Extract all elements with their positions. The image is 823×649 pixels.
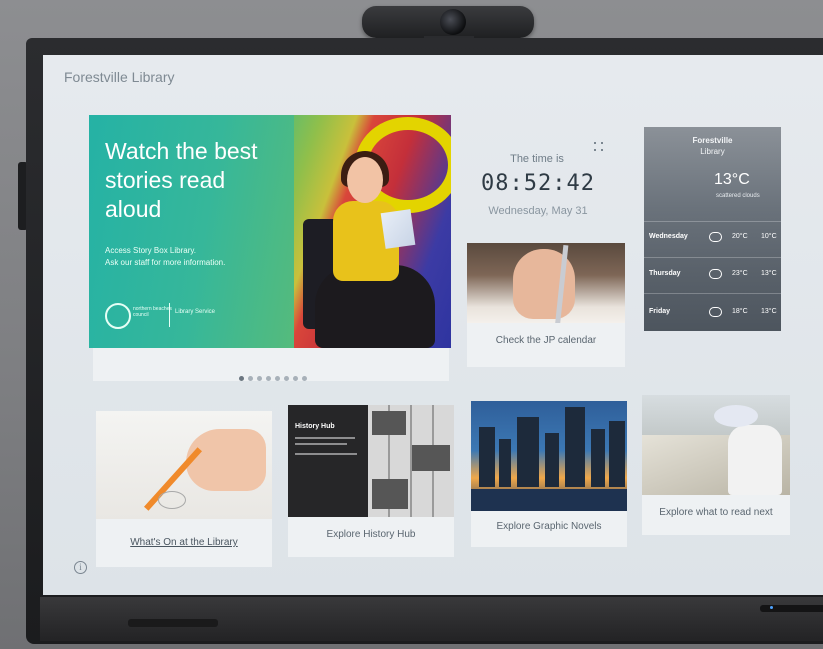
weather-location-line2: Library [700, 147, 725, 156]
building [609, 421, 625, 487]
weather-description: scattered clouds [716, 193, 760, 199]
carousel-dot[interactable] [293, 376, 298, 381]
carousel-dot[interactable] [248, 376, 253, 381]
info-icon[interactable]: i [74, 561, 87, 574]
cloud-icon [709, 269, 722, 279]
city-skyline-image [471, 401, 627, 511]
building [545, 433, 559, 487]
reader-figure [728, 425, 782, 495]
power-led [770, 606, 773, 609]
carousel-dot[interactable] [239, 376, 244, 381]
building [479, 427, 495, 487]
expand-icon[interactable] [594, 142, 603, 151]
library-title: Forestville Library [64, 69, 175, 85]
jp-calendar-label: Check the JP calendar [495, 335, 597, 346]
hero-subtext: Access Story Box Library. Ask our staff … [105, 245, 285, 269]
cloud-icon [709, 307, 722, 317]
council-logo-text: northern beaches council [133, 306, 172, 318]
forecast-row: Thursday 23°C 13°C [649, 269, 779, 282]
reader-image [642, 395, 790, 495]
clock-date: Wednesday, May 31 [488, 205, 588, 217]
text-line [295, 443, 347, 445]
whats-on-image [96, 411, 272, 519]
reader-hat [714, 405, 758, 427]
whats-on-link[interactable]: What's On at the Library [96, 537, 272, 548]
carousel-dot[interactable] [257, 376, 262, 381]
weather-temperature: 13°C [714, 171, 750, 188]
forecast-low: 13°C [761, 308, 777, 315]
history-hub-tile[interactable]: History Hub Explore History Hub [288, 405, 454, 557]
forecast-high: 20°C [732, 233, 748, 240]
hand-shape [186, 429, 266, 491]
camera-lens [440, 9, 466, 35]
forecast-day: Friday [649, 308, 671, 315]
forecast-divider [644, 257, 781, 258]
historic-photo [372, 479, 408, 509]
building [499, 439, 511, 487]
webcam [362, 6, 534, 46]
weather-widget: Forestville Library 13°C scattered cloud… [644, 127, 781, 331]
display-bottom-bar [40, 597, 823, 641]
history-photos [368, 405, 454, 517]
logo-divider [169, 303, 170, 327]
clock-time: 08:52:42 [481, 171, 595, 196]
carousel-dots [239, 368, 311, 386]
presenter-head [347, 157, 383, 203]
forecast-divider [644, 221, 781, 222]
history-hub-image: History Hub [288, 405, 454, 517]
forecast-high: 18°C [732, 308, 748, 315]
carousel-dot[interactable] [275, 376, 280, 381]
building [517, 417, 539, 487]
hero-headline: Watch the best stories read aloud [105, 138, 258, 222]
forecast-low: 10°C [761, 233, 777, 240]
what-to-read-tile[interactable]: Explore what to read next [642, 395, 790, 535]
jp-calendar-image [467, 243, 625, 323]
text-line [295, 437, 355, 439]
forecast-day: Wednesday [649, 233, 688, 240]
historic-photo [372, 411, 406, 435]
forecast-day: Thursday [649, 270, 681, 277]
history-hub-label: Explore History Hub [326, 529, 416, 540]
graphic-novels-label: Explore Graphic Novels [496, 521, 602, 532]
forecast-row: Friday 18°C 13°C [649, 307, 779, 320]
hero-subtext-line2: Ask our staff for more information. [105, 258, 226, 267]
council-logo-icon [105, 303, 131, 329]
hero-banner[interactable]: Watch the best stories read aloud Access… [89, 115, 451, 348]
history-hub-panel: History Hub [288, 405, 368, 517]
calendar-circle [158, 491, 186, 509]
whats-on-tile[interactable]: What's On at the Library [96, 411, 272, 567]
hero-subtext-line1: Access Story Box Library. [105, 246, 196, 255]
historic-photo [412, 445, 450, 471]
building [591, 429, 605, 487]
library-service-text: Library Service [175, 309, 216, 315]
forecast-low: 13°C [761, 270, 777, 277]
book-image [380, 209, 416, 249]
graphic-novels-tile[interactable]: Explore Graphic Novels [471, 401, 627, 547]
forecast-row: Wednesday 20°C 10°C [649, 232, 779, 245]
building [565, 407, 585, 487]
history-hub-title: History Hub [295, 423, 335, 430]
weather-location: Forestville Library [644, 135, 781, 157]
carousel-dot[interactable] [266, 376, 271, 381]
forecast-high: 23°C [732, 270, 748, 277]
forecast-divider [644, 293, 781, 294]
jp-calendar-tile[interactable]: Check the JP calendar [467, 243, 625, 367]
weather-location-line1: Forestville [692, 136, 733, 145]
clock-label: The time is [510, 153, 564, 165]
cloud-icon [709, 232, 722, 242]
what-to-read-label: Explore what to read next [659, 507, 773, 518]
carousel-dot[interactable] [284, 376, 289, 381]
water-shape [471, 489, 627, 511]
text-line [295, 453, 357, 455]
carousel-dot[interactable] [302, 376, 307, 381]
kiosk-screen: Forestville Library Watch the best stori… [43, 55, 823, 595]
usb-slot [128, 619, 218, 627]
